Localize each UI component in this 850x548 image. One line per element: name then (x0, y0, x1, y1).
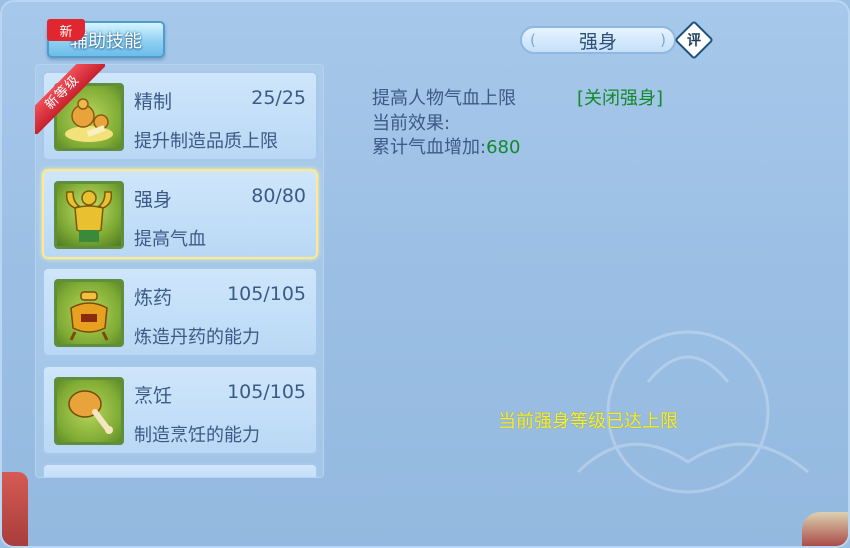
skill-desc: 提高气血 (134, 229, 206, 250)
corner-decoration-right (802, 512, 848, 546)
skill-item-strength[interactable]: 强身 80/80 提高气血 (42, 169, 318, 259)
total-hp-value: 680 (486, 137, 521, 158)
skill-desc: 提升制造品质上限 (134, 131, 278, 152)
skill-level: 105/105 (227, 381, 306, 403)
detail-line-effect: 提高人物气血上限 (372, 88, 516, 109)
skill-item-alchemy[interactable]: 炼药 105/105 炼造丹药的能力 (42, 267, 318, 357)
skill-window: 辅助技能 新 精制 25/25 提升制造品质上限 强身 80/80 提高气血 炼… (0, 0, 850, 548)
max-level-message: 当前强身等级已达上限 (498, 411, 678, 432)
detail-line-current: 当前效果: (372, 113, 451, 134)
toggle-strength-link[interactable]: [关闭强身] (577, 84, 663, 110)
rate-button-label: 评 (687, 33, 701, 49)
skill-name: 精制 (134, 91, 173, 113)
skill-level: 105/105 (227, 283, 306, 305)
detail-title: ( 强身 ) (520, 26, 676, 54)
corner-decoration-left (2, 472, 28, 546)
skill-name: 强身 (134, 189, 173, 211)
skill-name: 炼药 (134, 287, 173, 309)
new-badge: 新 (47, 19, 85, 41)
strength-icon (54, 181, 124, 249)
skill-name: 烹饪 (134, 385, 173, 407)
scroll-curl-icon: ) (660, 31, 666, 49)
skill-item-cooking[interactable]: 烹饪 105/105 制造烹饪的能力 (42, 365, 318, 455)
refine-icon (54, 83, 124, 151)
skill-item-partial[interactable] (42, 463, 318, 477)
skill-desc: 制造烹饪的能力 (134, 425, 260, 446)
skill-item-refine[interactable]: 精制 25/25 提升制造品质上限 (42, 71, 318, 161)
total-hp-label: 累计气血增加: (372, 137, 487, 158)
skill-list[interactable]: 精制 25/25 提升制造品质上限 强身 80/80 提高气血 炼药 105/1… (35, 64, 324, 478)
scroll-curl-icon: ( (530, 31, 536, 49)
skill-level: 80/80 (251, 185, 306, 207)
detail-line-total: 累计气血增加:680 (372, 133, 520, 159)
skill-desc: 炼造丹药的能力 (134, 327, 260, 348)
detail-title-text: 强身 (578, 30, 617, 53)
rate-button[interactable]: 评 (674, 20, 714, 60)
alchemy-icon (54, 279, 124, 347)
cooking-icon (54, 377, 124, 445)
skill-level: 25/25 (251, 87, 306, 109)
cloud-decoration (576, 330, 809, 494)
